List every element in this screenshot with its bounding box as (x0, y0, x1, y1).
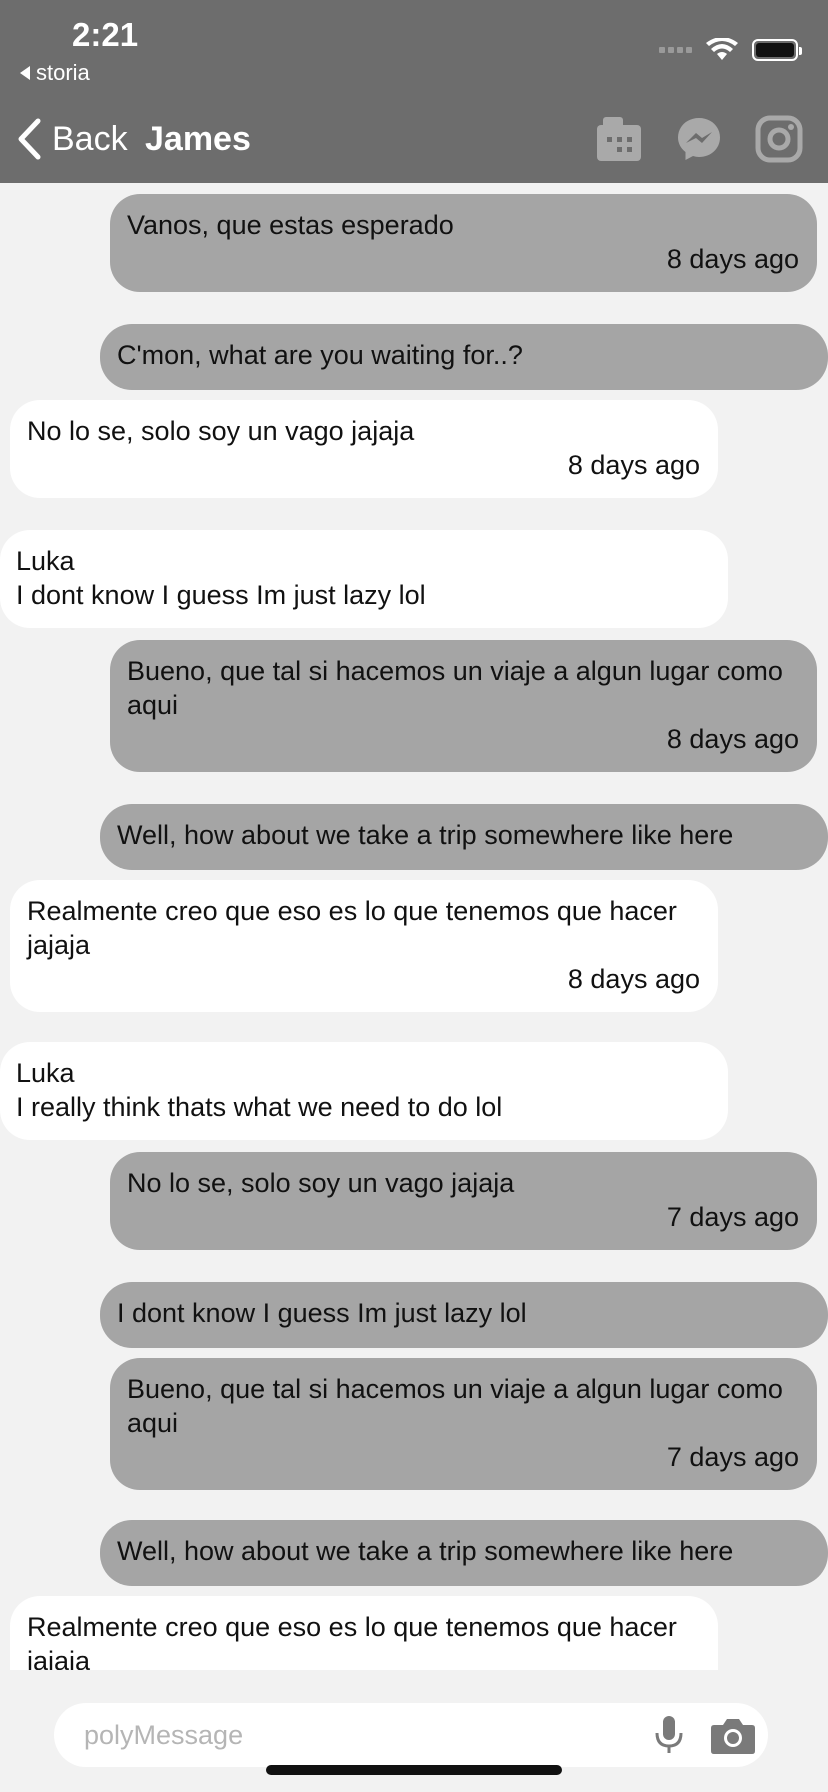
cellular-signal-icon (659, 47, 692, 53)
message-text: Realmente creo que eso es lo que tenemos… (27, 1612, 677, 1670)
message-text: No lo se, solo soy un vago jajaja (27, 416, 415, 446)
received-translation[interactable]: Luka I dont know I guess Im just lazy lo… (0, 530, 728, 628)
message-text: Well, how about we take a trip somewhere… (117, 1536, 734, 1566)
message-text: I dont know I guess Im just lazy lol (117, 1298, 527, 1328)
back-label: Back (52, 119, 128, 158)
message-text: Bueno, que tal si hacemos un viaje a alg… (127, 1374, 783, 1438)
app-header: 2:21 storia Back James (0, 0, 828, 183)
film-icon[interactable] (594, 114, 644, 164)
sent-message[interactable]: Bueno, que tal si hacemos un viaje a alg… (110, 1358, 817, 1490)
home-indicator (266, 1765, 562, 1775)
sent-translation[interactable]: I dont know I guess Im just lazy lol (100, 1282, 828, 1348)
message-text: I really think thats what we need to do … (16, 1092, 503, 1122)
chevron-left-icon (18, 118, 41, 160)
message-text: Vanos, que estas esperado (127, 210, 454, 240)
back-button[interactable]: Back (16, 118, 128, 160)
sent-message[interactable]: Bueno, que tal si hacemos un viaje a alg… (110, 640, 817, 772)
message-text: Bueno, que tal si hacemos un viaje a alg… (127, 656, 783, 720)
sent-message[interactable]: Vanos, que estas esperado 8 days ago (110, 194, 817, 292)
sender-name: Luka (16, 1058, 75, 1088)
microphone-icon[interactable] (654, 1715, 684, 1755)
camera-icon[interactable] (710, 1715, 756, 1755)
status-indicators (659, 38, 802, 62)
received-message[interactable]: Realmente creo que eso es lo que tenemos… (10, 880, 718, 1012)
sent-translation[interactable]: Well, how about we take a trip somewhere… (100, 804, 828, 870)
message-timestamp: 7 days ago (666, 1202, 799, 1232)
message-timestamp: 8 days ago (666, 244, 799, 274)
back-app-label: storia (36, 60, 90, 85)
received-translation[interactable]: Luka I really think thats what we need t… (0, 1042, 728, 1140)
back-triangle-icon (20, 66, 30, 80)
sent-translation[interactable]: C'mon, what are you waiting for..? (100, 324, 828, 390)
message-text: No lo se, solo soy un vago jajaja (127, 1168, 515, 1198)
wifi-icon (706, 38, 738, 60)
back-to-app-link[interactable]: storia (20, 60, 90, 86)
received-message[interactable]: Realmente creo que eso es lo que tenemos… (10, 1596, 718, 1670)
conversation-title: James (145, 120, 251, 158)
sender-name: Luka (16, 546, 75, 576)
message-timestamp: 8 days ago (666, 724, 799, 754)
instagram-icon[interactable] (754, 114, 804, 164)
messenger-icon[interactable] (674, 114, 724, 164)
message-text: I dont know I guess Im just lazy lol (16, 580, 426, 610)
status-time: 2:21 (72, 16, 139, 53)
nav-bar: Back James (0, 110, 828, 170)
message-timestamp: 7 days ago (666, 1442, 799, 1472)
message-text: Realmente creo que eso es lo que tenemos… (27, 896, 677, 960)
message-thread[interactable]: Vanos, que estas esperado 8 days ago C'm… (0, 183, 828, 1670)
message-text: C'mon, what are you waiting for..? (117, 340, 523, 370)
received-message[interactable]: No lo se, solo soy un vago jajaja 8 days… (10, 400, 718, 498)
message-composer (54, 1703, 768, 1767)
message-timestamp: 8 days ago (567, 450, 700, 480)
sent-message[interactable]: No lo se, solo soy un vago jajaja 7 days… (110, 1152, 817, 1250)
sent-translation[interactable]: Well, how about we take a trip somewhere… (100, 1520, 828, 1586)
battery-icon (752, 39, 802, 61)
message-timestamp: 8 days ago (567, 964, 700, 994)
message-input[interactable] (82, 1713, 626, 1757)
message-text: Well, how about we take a trip somewhere… (117, 820, 734, 850)
